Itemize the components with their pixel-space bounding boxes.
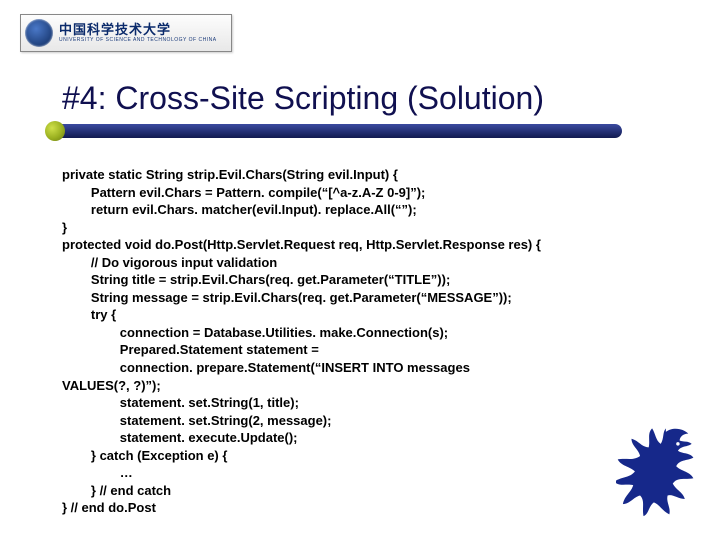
dragon-icon [616,426,702,522]
logo-chinese: 中国科学技术大学 [59,23,217,36]
slide-title: #4: Cross-Site Scripting (Solution) [62,80,544,117]
title-underline [48,124,622,138]
university-logo: 中国科学技术大学 UNIVERSITY OF SCIENCE AND TECHN… [20,14,232,52]
logo-english: UNIVERSITY OF SCIENCE AND TECHNOLOGY OF … [59,38,217,43]
logo-seal-icon [25,19,53,47]
logo-text: 中国科学技术大学 UNIVERSITY OF SCIENCE AND TECHN… [59,23,217,43]
code-snippet: private static String strip.Evil.Chars(S… [62,166,662,517]
